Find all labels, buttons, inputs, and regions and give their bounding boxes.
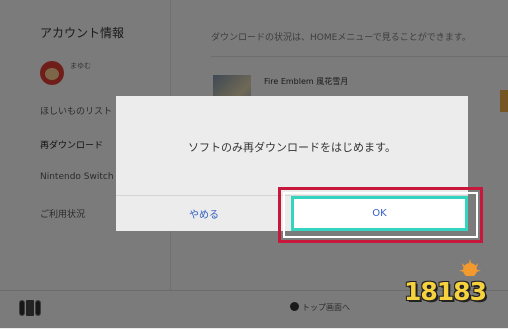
dialog-message: ソフトのみ再ダウンロードをはじめます。 <box>188 141 396 154</box>
ok-highlight-frame <box>278 187 483 243</box>
watermark-text: 18183 <box>404 277 487 306</box>
crown-icon <box>459 259 481 276</box>
eshop-screen: アカウント情報 まゆむ ほしいものリスト 再ダウンロード Nintendo Sw… <box>0 0 508 329</box>
cancel-button[interactable]: やめる <box>116 196 292 231</box>
watermark-logo: 18183 <box>400 255 500 315</box>
